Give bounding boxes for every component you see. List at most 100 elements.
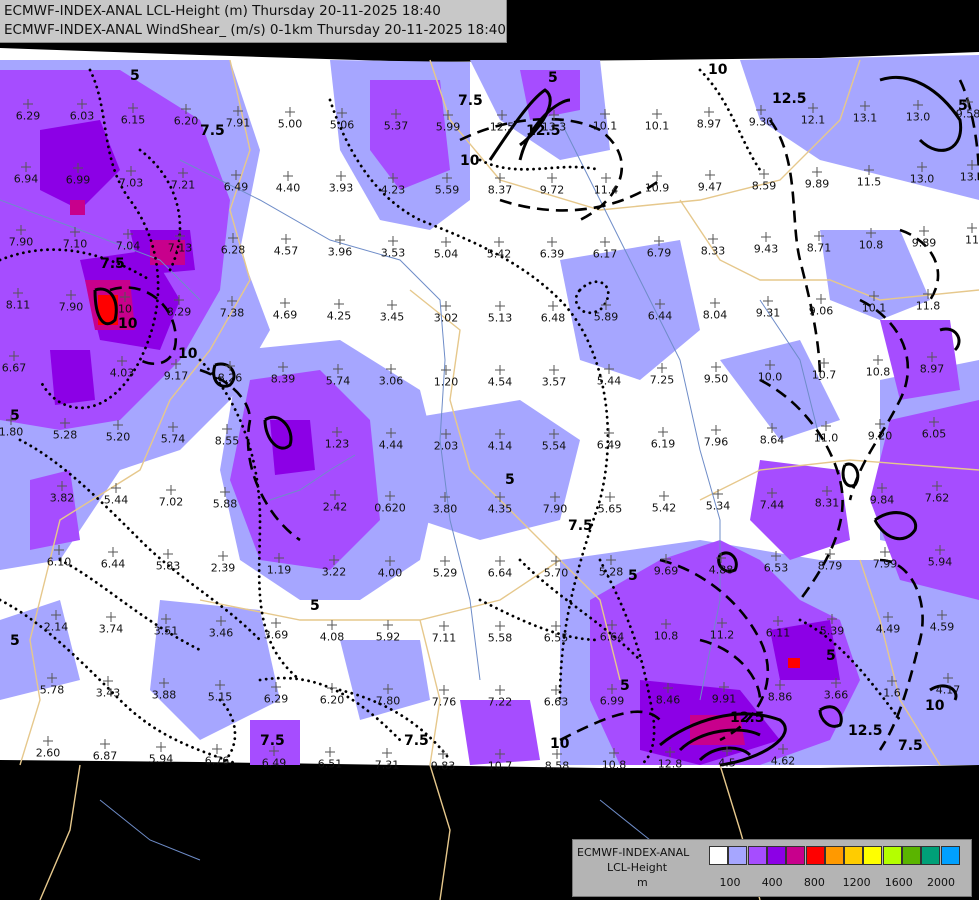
station-value: 9.69: [653, 564, 679, 578]
station-value: 5.42: [486, 247, 512, 261]
station-value: 6.49: [261, 756, 287, 770]
station-value: 11.2: [709, 628, 735, 642]
station-value: 4.35: [487, 502, 513, 516]
station-value: 10.0: [757, 370, 783, 384]
station-value: 7.99: [872, 557, 898, 571]
station-value: 7.96: [703, 435, 729, 449]
station-value: 5.58: [487, 631, 513, 645]
station-value: 8.26: [217, 371, 243, 385]
station-value: 7.90: [542, 502, 568, 516]
contour-label: 5: [548, 70, 558, 86]
station-value: 7.04: [115, 239, 141, 253]
station-value: 9.50: [703, 372, 729, 386]
station-value: 8.86: [767, 690, 793, 704]
station-value: 6.15: [120, 113, 146, 127]
station-value: 5.28: [52, 428, 78, 442]
station-value: 5.70: [543, 566, 569, 580]
station-value: 5.20: [105, 430, 131, 444]
station-value: 4.54: [487, 375, 513, 389]
legend-swatch: [709, 846, 728, 865]
map-title-box: ECMWF-INDEX-ANAL LCL-Height (m) Thursday…: [0, 0, 507, 43]
legend-model: ECMWF-INDEX-ANAL: [577, 846, 690, 859]
station-value: 7.21: [170, 178, 196, 192]
station-value: 2.60: [35, 746, 61, 760]
station-value: 7.38: [219, 306, 245, 320]
legend-tick: 2000: [927, 876, 955, 889]
station-value: 6.76: [204, 754, 230, 768]
legend-swatch: [940, 846, 960, 865]
station-value: 7.44: [759, 498, 785, 512]
station-value: 3.96: [327, 245, 353, 259]
station-value: 6.28: [220, 243, 246, 257]
station-value: 4.44: [378, 438, 404, 452]
station-value: 4.5: [718, 756, 736, 770]
station-value: 6.49: [223, 180, 249, 194]
station-value: 4.69: [272, 308, 298, 322]
station-value: 6.17: [592, 247, 618, 261]
color-legend: ECMWF-INDEX-ANAL LCL-Height m 100 400 800 1…: [572, 839, 972, 897]
station-value: 8.71: [806, 241, 832, 255]
title-lcl-height: ECMWF-INDEX-ANAL LCL-Height (m) Thursday…: [4, 3, 441, 19]
station-value: 10: [118, 302, 132, 316]
contour-label: 12.5: [730, 710, 765, 726]
station-value: 11: [965, 233, 979, 247]
station-value: 4.59: [929, 620, 955, 634]
station-value: 0.620: [374, 501, 406, 515]
contour-label: 7.5: [898, 738, 923, 754]
contour-label: 7.5: [100, 256, 125, 272]
contour-label: 5: [505, 472, 515, 488]
legend-swatch: [824, 846, 844, 865]
station-value: 4.00: [377, 566, 403, 580]
station-value: 6.67: [1, 361, 27, 375]
station-value: 9.58: [955, 107, 979, 121]
station-value: 9.06: [808, 304, 834, 318]
station-value: 9.83: [430, 759, 456, 773]
station-value: 7.11: [431, 631, 457, 645]
station-value: 7.90: [8, 235, 34, 249]
station-value: 8.46: [655, 693, 681, 707]
station-value: 7.31: [374, 758, 400, 772]
station-value: 4.49: [875, 622, 901, 636]
station-value: 8.59: [751, 179, 777, 193]
contour-label: 10: [550, 736, 570, 752]
station-value: 5.74: [325, 374, 351, 388]
station-value: 5.15: [207, 690, 233, 704]
station-value: 3.43: [95, 686, 121, 700]
station-value: 3.53: [380, 246, 406, 260]
station-value: 5.83: [155, 559, 181, 573]
station-value: 5.59: [434, 183, 460, 197]
legend-swatch: [882, 846, 902, 865]
station-value: 9.47: [697, 180, 723, 194]
contour-label: 10: [118, 316, 138, 332]
legend-swatch: [728, 846, 748, 865]
station-value: 11.0: [813, 431, 839, 445]
station-value: 8.29: [166, 305, 192, 319]
station-value: 3.82: [49, 491, 75, 505]
station-value: 3.46: [208, 626, 234, 640]
station-value: 3.74: [98, 622, 124, 636]
station-value: 6.03: [69, 109, 95, 123]
station-value: 6.49: [596, 438, 622, 452]
station-value: 13.0: [905, 110, 931, 124]
station-value: 4.17: [935, 683, 961, 697]
legend-swatch: [921, 846, 941, 865]
contour-label: 5: [620, 678, 630, 694]
station-value: 7.25: [649, 373, 675, 387]
station-value: 12.8: [657, 757, 683, 771]
legend-variable: LCL-Height: [607, 861, 668, 874]
legend-unit: m: [637, 876, 648, 889]
station-value: 9.17: [163, 369, 189, 383]
legend-swatch: [863, 846, 883, 865]
station-value: 4.03: [109, 366, 135, 380]
station-value: 6.99: [65, 173, 91, 187]
contour-label: 7.5: [568, 518, 593, 534]
station-value: 9.30: [748, 115, 774, 129]
station-value: 3.45: [379, 310, 405, 324]
station-value: 4.08: [319, 630, 345, 644]
station-value: 6.05: [921, 427, 947, 441]
station-value: 3.57: [541, 375, 567, 389]
station-value: 5.89: [593, 310, 619, 324]
station-value: 8.33: [700, 244, 726, 258]
station-value: 5.54: [541, 439, 567, 453]
station-value: 1.80: [0, 425, 24, 439]
